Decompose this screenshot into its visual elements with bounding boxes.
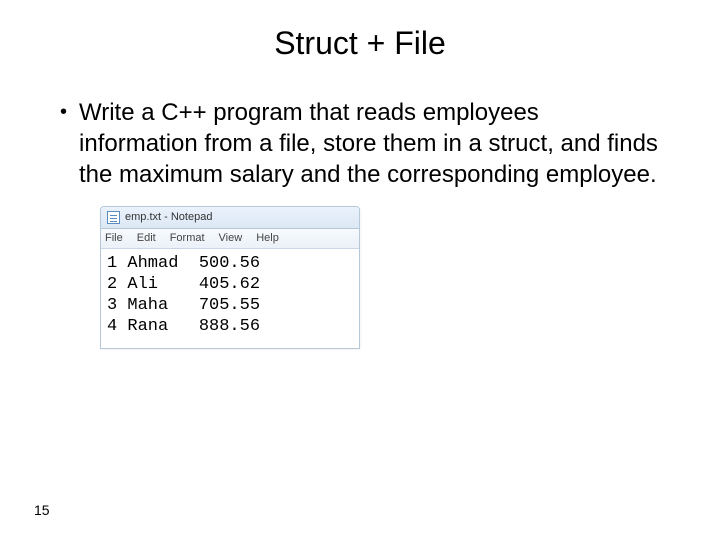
notepad-icon xyxy=(107,211,120,224)
notepad-window: emp.txt - Notepad File Edit Format View … xyxy=(100,206,360,349)
notepad-content: 1 Ahmad 500.56 2 Ali 405.62 3 Maha 705.5… xyxy=(101,249,359,348)
notepad-menubar: File Edit Format View Help xyxy=(101,229,359,249)
notepad-title-text: emp.txt - Notepad xyxy=(125,211,212,223)
page-number: 15 xyxy=(34,502,50,518)
slide-title: Struct + File xyxy=(60,25,660,62)
bullet-dot: • xyxy=(60,97,67,127)
bullet-text: Write a C++ program that reads employees… xyxy=(79,97,660,191)
menu-edit[interactable]: Edit xyxy=(137,232,156,245)
menu-view[interactable]: View xyxy=(219,232,243,245)
menu-format[interactable]: Format xyxy=(170,232,205,245)
bullet-item: • Write a C++ program that reads employe… xyxy=(60,97,660,191)
menu-file[interactable]: File xyxy=(105,232,123,245)
menu-help[interactable]: Help xyxy=(256,232,279,245)
notepad-titlebar: emp.txt - Notepad xyxy=(101,207,359,229)
